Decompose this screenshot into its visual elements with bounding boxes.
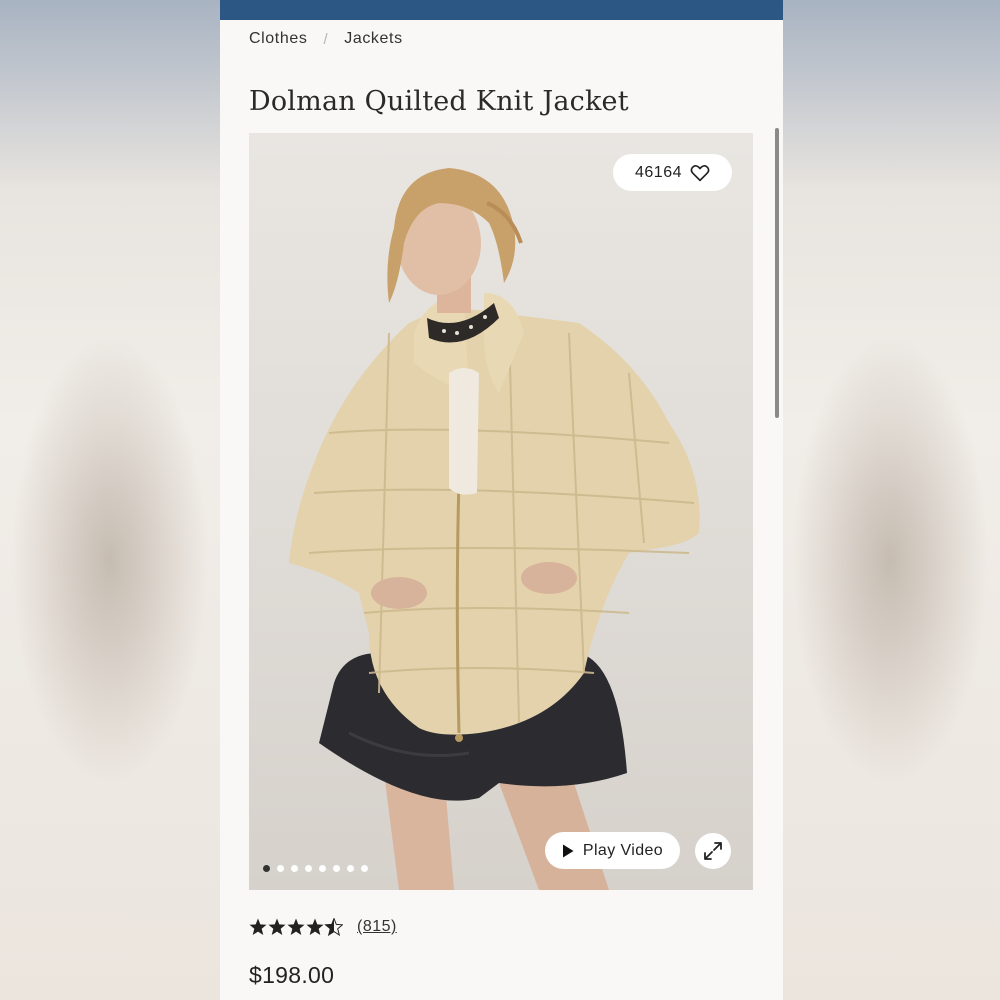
gallery-dot-2[interactable] xyxy=(277,865,284,872)
product-price: $198.00 xyxy=(249,962,335,988)
product-page: Clothes / Jackets Dolman Quilted Knit Ja… xyxy=(220,0,783,1000)
likes-count: 46164 xyxy=(635,163,682,181)
breadcrumb-jackets[interactable]: Jackets xyxy=(344,30,402,48)
scrollbar[interactable] xyxy=(775,128,779,418)
breadcrumb-separator: / xyxy=(323,30,329,48)
gallery-dot-3[interactable] xyxy=(291,865,298,872)
star-icon xyxy=(249,918,343,936)
top-bar xyxy=(220,0,783,20)
play-video-label: Play Video xyxy=(582,841,664,859)
gallery-pagination xyxy=(263,865,368,872)
model-photo xyxy=(289,168,700,890)
gallery-dot-1[interactable] xyxy=(263,865,270,872)
likes-button[interactable]: 46164 xyxy=(613,154,732,191)
heart-icon xyxy=(690,164,710,181)
product-image[interactable]: 46164 Play Video xyxy=(249,133,753,890)
gallery-dot-6[interactable] xyxy=(333,865,340,872)
gallery-dot-7[interactable] xyxy=(347,865,354,872)
play-video-button[interactable]: Play Video xyxy=(545,832,680,869)
gallery-dot-4[interactable] xyxy=(305,865,312,872)
breadcrumb-clothes[interactable]: Clothes xyxy=(249,30,307,48)
gallery-dot-5[interactable] xyxy=(319,865,326,872)
breadcrumb: Clothes / Jackets xyxy=(249,29,403,49)
expand-icon xyxy=(704,842,722,860)
play-icon xyxy=(562,844,574,857)
product-title: Dolman Quilted Knit Jacket xyxy=(249,86,629,117)
expand-button[interactable] xyxy=(695,833,731,869)
review-count-link[interactable]: (815) xyxy=(357,918,397,936)
gallery-dot-8[interactable] xyxy=(361,865,368,872)
rating-row: (815) xyxy=(249,918,397,936)
star-rating xyxy=(249,918,343,936)
